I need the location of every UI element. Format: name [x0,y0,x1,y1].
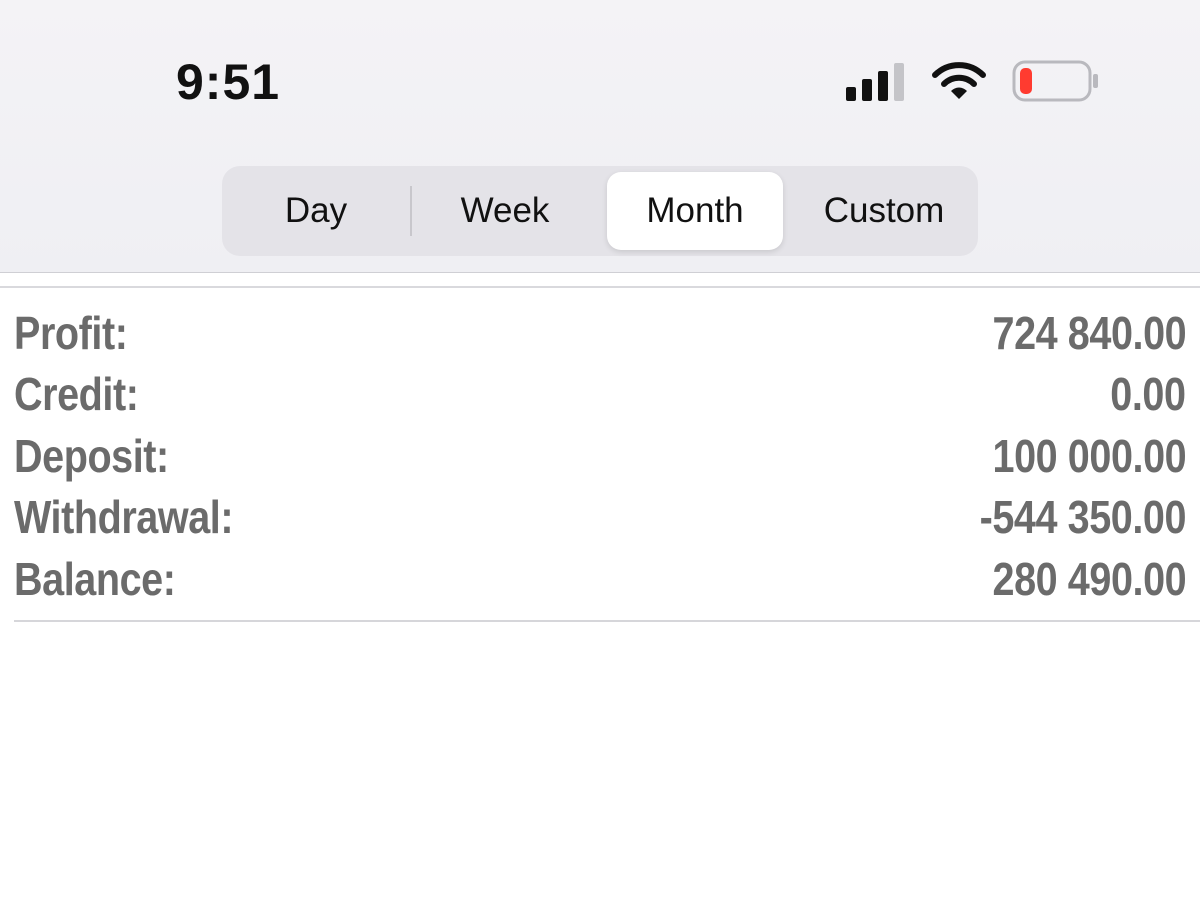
summary-row-withdrawal: Withdrawal: -544 350.00 [14,487,1186,549]
segment-week[interactable]: Week [416,172,594,250]
account-summary: Profit: 724 840.00 Credit: 0.00 Deposit:… [14,302,1186,610]
status-time: 9:51 [176,54,281,110]
cellular-signal-icon [846,61,906,101]
profit-label: Profit: [14,306,128,359]
segment-month[interactable]: Month [607,172,783,250]
summary-row-credit: Credit: 0.00 [14,364,1186,426]
summary-row-deposit: Deposit: 100 000.00 [14,425,1186,487]
battery-low-icon [1012,60,1100,102]
profit-value: 724 840.00 [992,306,1186,359]
summary-row-profit: Profit: 724 840.00 [14,302,1186,364]
header-area: 9:51 Day Week Month Custom [0,0,1200,273]
divider-bottom [14,620,1200,622]
wifi-icon [932,61,986,101]
segment-divider [410,186,412,236]
credit-value: 0.00 [1110,368,1187,421]
period-segmented-control: Day Week Month Custom [222,166,978,256]
deposit-label: Deposit: [14,429,169,482]
summary-row-balance: Balance: 280 490.00 [14,548,1186,610]
segment-day[interactable]: Day [228,172,404,250]
withdrawal-label: Withdrawal: [14,491,234,544]
balance-value: 280 490.00 [992,552,1186,605]
withdrawal-value: -544 350.00 [979,491,1187,544]
status-icons [846,58,1100,104]
segment-custom[interactable]: Custom [790,172,978,250]
balance-label: Balance: [14,552,176,605]
divider-top [0,286,1200,288]
deposit-value: 100 000.00 [992,429,1186,482]
credit-label: Credit: [14,368,139,421]
